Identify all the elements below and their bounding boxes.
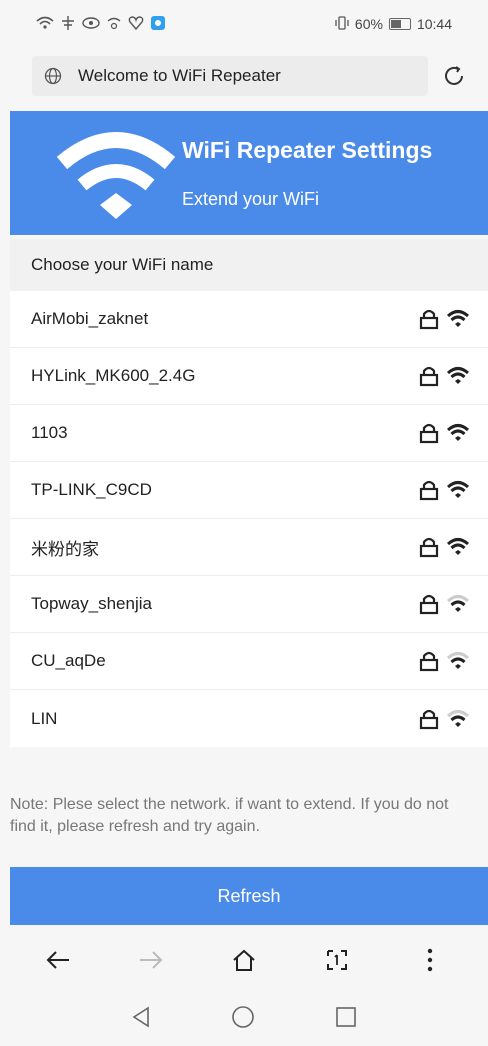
system-back-button[interactable] (131, 1006, 151, 1033)
network-name: Topway_shenjia (31, 594, 152, 613)
wifi-icon (446, 652, 470, 669)
more-menu-button[interactable] (400, 930, 460, 990)
header-banner: WiFi Repeater Settings Extend your WiFi (10, 111, 488, 235)
hotspot-icon (106, 16, 122, 33)
square-recents-icon (336, 1006, 356, 1027)
circle-home-icon (232, 1005, 254, 1028)
more-vertical-icon (427, 948, 432, 972)
network-name: 1103 (31, 423, 68, 442)
status-bar: 60% 10:44 (0, 0, 488, 48)
wifi-icon (446, 481, 470, 498)
wifi-status-icon (36, 16, 54, 33)
network-row[interactable]: TP-LINK_C9CD (10, 462, 488, 519)
network-row[interactable]: CU_aqDe (10, 633, 488, 690)
lock-icon (419, 423, 439, 444)
lock-icon (419, 366, 439, 387)
network-row[interactable]: Topway_shenjia (10, 576, 488, 633)
refresh-button[interactable]: Refresh (10, 867, 488, 925)
wifi-icon (446, 538, 470, 555)
back-button[interactable] (28, 930, 88, 990)
network-list: AirMobi_zaknet HYLink_MK600_2.4G 1103 TP… (10, 291, 488, 747)
forward-button[interactable] (121, 930, 181, 990)
browser-toolbar (0, 928, 488, 992)
wifi-icon (446, 709, 470, 727)
reload-icon[interactable] (442, 64, 466, 88)
address-bar[interactable]: Welcome to WiFi Repeater (32, 56, 428, 96)
lock-icon (419, 651, 439, 672)
eye-icon (82, 16, 100, 33)
header-subtitle: Extend your WiFi (182, 189, 320, 209)
network-name: LIN (31, 708, 58, 728)
triangle-back-icon (132, 1006, 149, 1027)
system-recents-button[interactable] (335, 1006, 357, 1033)
wifi-icon (446, 367, 470, 384)
page: 60% 10:44 Welcome to WiFi Repeater WiFi … (0, 0, 488, 1046)
clock: 10:44 (416, 16, 452, 32)
home-button[interactable] (214, 930, 274, 990)
header-title: WiFi Repeater Settings (182, 137, 433, 163)
network-row[interactable]: LIN (10, 690, 488, 747)
back-arrow-icon (46, 951, 70, 969)
lock-icon (419, 537, 439, 558)
wifi-icon (446, 424, 470, 441)
forward-arrow-icon (140, 951, 163, 969)
app-icon (150, 15, 166, 34)
tabs-icon (326, 950, 347, 970)
network-name: HYLink_MK600_2.4G (31, 366, 196, 385)
lock-icon (419, 309, 439, 330)
globe-icon (44, 67, 62, 85)
list-heading: Choose your WiFi name (10, 239, 488, 291)
address-bar-row: Welcome to WiFi Repeater (0, 54, 488, 98)
wifi-icon (446, 310, 470, 327)
lock-icon (419, 709, 439, 729)
system-home-button[interactable] (231, 1005, 255, 1034)
network-name: TP-LINK_C9CD (31, 480, 152, 499)
network-row[interactable]: HYLink_MK600_2.4G (10, 348, 488, 405)
lock-icon (419, 594, 439, 615)
tabs-button[interactable] (307, 930, 367, 990)
system-nav-bar (0, 992, 488, 1046)
status-icons-left (36, 15, 166, 34)
vibrate-icon (335, 15, 349, 33)
network-name: CU_aqDe (31, 651, 106, 670)
heart-icon (128, 15, 144, 33)
network-name: AirMobi_zaknet (31, 309, 149, 328)
notification-icon (60, 15, 76, 34)
network-row[interactable]: AirMobi_zaknet (10, 291, 488, 348)
battery-icon (388, 18, 411, 30)
battery-percent: 60% (354, 16, 383, 32)
lock-icon (419, 480, 439, 501)
network-row[interactable]: 1103 (10, 405, 488, 462)
network-name: 米粉的家 (31, 539, 99, 559)
address-text: Welcome to WiFi Repeater (78, 66, 281, 85)
wifi-icon (446, 595, 470, 612)
status-icons-right: 60% 10:44 (335, 15, 452, 33)
network-row[interactable]: 米粉的家 (10, 519, 488, 576)
home-icon (233, 949, 255, 971)
wifi-logo-icon (56, 132, 176, 219)
help-note: Note: Plese select the network. if want … (10, 796, 449, 835)
